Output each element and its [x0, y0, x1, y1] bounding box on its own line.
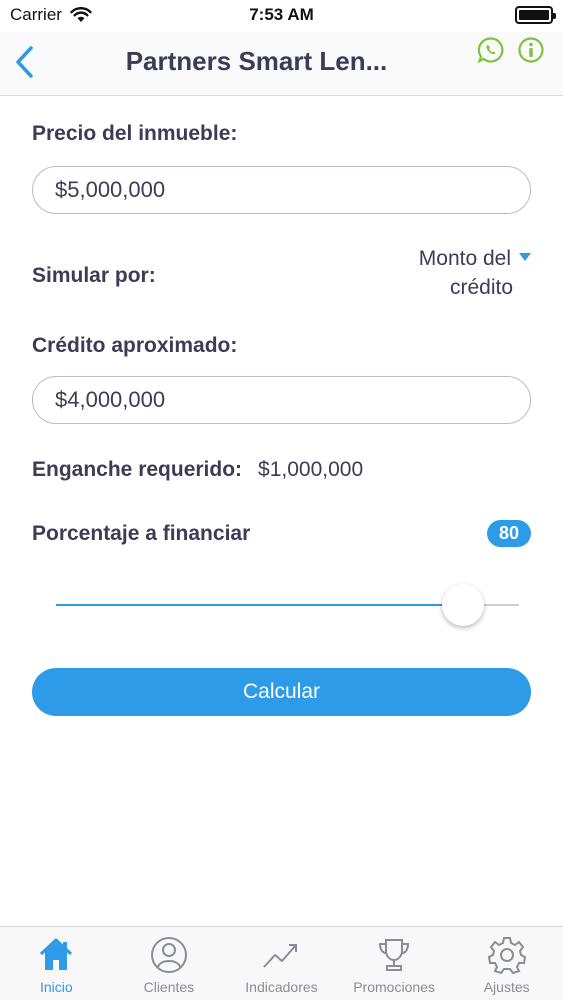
- slider-fill: [56, 604, 464, 606]
- tab-inicio[interactable]: Inicio: [0, 927, 113, 1000]
- trophy-icon: [379, 939, 410, 971]
- home-icon: [40, 938, 73, 970]
- porcentaje-row: Porcentaje a financiar 80: [32, 518, 531, 552]
- tab-clientes[interactable]: Clientes: [113, 927, 226, 1000]
- slider-thumb[interactable]: [442, 584, 485, 626]
- porcentaje-label: Porcentaje a financiar: [32, 522, 251, 545]
- tab-label: Inicio: [39, 979, 73, 995]
- enganche-value: $1,000,000: [258, 458, 364, 481]
- tab-label: Indicadores: [245, 979, 318, 995]
- whatsapp-icon[interactable]: [477, 36, 505, 64]
- porcentaje-slider[interactable]: [32, 574, 531, 634]
- simulator-form: Precio del inmueble: $5,000,000 Simular …: [32, 96, 531, 716]
- enganche-row: Enganche requerido: $1,000,000: [32, 458, 531, 482]
- status-time: 7:53 AM: [249, 5, 314, 24]
- nav-bar: Partners Smart Len...: [0, 32, 563, 96]
- simular-option-line1: Monto del: [418, 247, 511, 270]
- gear-icon: [487, 937, 526, 975]
- tab-bar: Inicio Clientes Indicadores Promociones: [0, 926, 563, 1000]
- credito-label: Crédito aproximado:: [32, 334, 238, 357]
- caret-down-icon: [519, 253, 531, 262]
- trend-icon: [263, 944, 298, 968]
- precio-label: Precio del inmueble:: [32, 122, 238, 145]
- simular-option-line2: crédito: [449, 276, 513, 299]
- chevron-left-icon: [16, 46, 33, 78]
- status-bar: Carrier 7:53 AM: [0, 0, 563, 32]
- nav-actions: [477, 36, 545, 64]
- status-right: [515, 6, 556, 24]
- credito-input[interactable]: $4,000,000: [32, 376, 531, 424]
- tab-ajustes[interactable]: Ajustes: [450, 927, 563, 1000]
- info-icon[interactable]: [517, 36, 545, 64]
- battery-icon: [515, 6, 556, 24]
- page-title: Partners Smart Len...: [125, 46, 388, 76]
- precio-input[interactable]: $5,000,000: [32, 166, 531, 214]
- tab-indicadores[interactable]: Indicadores: [225, 927, 338, 1000]
- user-icon: [150, 937, 187, 973]
- porcentaje-badge: 80: [486, 520, 531, 547]
- back-button[interactable]: [10, 44, 40, 80]
- tab-promociones[interactable]: Promociones: [338, 927, 451, 1000]
- tab-label: Clientes: [143, 979, 195, 995]
- enganche-label: Enganche requerido:: [32, 458, 243, 481]
- calcular-button[interactable]: Calcular: [32, 668, 531, 716]
- simular-dropdown[interactable]: Monto del crédito: [419, 244, 531, 302]
- simular-label: Simular por:: [32, 264, 156, 287]
- tab-label: Promociones: [353, 979, 435, 995]
- simular-row: Simular por: Monto del crédito: [32, 228, 531, 318]
- tab-label: Ajustes: [483, 979, 530, 995]
